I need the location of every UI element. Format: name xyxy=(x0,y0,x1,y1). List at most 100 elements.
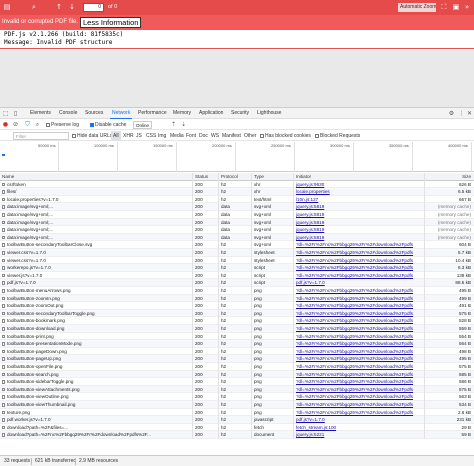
table-row[interactable]: files/200 h2 xhr locale.properties 6.5 kB xyxy=(0,188,474,196)
request-initiator[interactable]: ?dl=%2Fr%2Fnc%2Fbbgq29%2Fr%2Fdownload%2F… xyxy=(294,294,425,303)
table-row[interactable]: toolbarButton-presentationMode.png 200 h2 p… xyxy=(0,340,474,348)
request-initiator[interactable]: pdf.js?v=1.7.0 xyxy=(294,279,425,287)
open-file-icon[interactable]: ▣ xyxy=(452,3,460,11)
table-row[interactable]: toolbarButton-zoomOut.png 200 h2 png ?dl=%2F… xyxy=(0,302,474,310)
previous-page-icon[interactable]: ↑ xyxy=(55,3,63,11)
preserve-log-checkbox[interactable]: Preserve log xyxy=(46,120,79,130)
filter-type-font[interactable]: Font xyxy=(186,131,196,141)
table-row[interactable]: texture.png 200 h2 png ?dl=%2Fr%2Fnc%2Fbbgq2… xyxy=(0,408,474,417)
filter-type-all[interactable]: All xyxy=(111,131,121,141)
table-row[interactable]: data:image/svg+xml;... 200 data svg+xml jque… xyxy=(0,203,474,211)
table-row[interactable]: toolbarButton-secondaryToolbarToggle.png… xyxy=(0,309,474,318)
request-initiator[interactable]: ?dl=%2Fr%2Fnc%2Fbbgq29%2Fr%2Fdownload%2F… xyxy=(294,393,425,401)
filter-input[interactable]: Filter xyxy=(13,132,69,140)
filter-type-other[interactable]: Other xyxy=(244,131,257,141)
table-row[interactable]: viewer.js?v=1.7.0 200 h2 script ?dl=%2Fr%2Fn… xyxy=(0,271,474,280)
request-initiator[interactable]: ?dl=%2Fr%2Fnc%2Fbbgq29%2Fr%2Fdownload%2F… xyxy=(294,370,425,379)
table-row[interactable]: toolbarButton-download.png 200 h2 png ?dl=%2… xyxy=(0,325,474,333)
import-har-icon[interactable]: ⇡ xyxy=(170,121,177,128)
table-row[interactable]: pdf.js?v=1.7.0 200 h2 script pdf.js?v=1.7.0 8… xyxy=(0,279,474,287)
hide-data-urls-checkbox[interactable]: Hide data URLs xyxy=(72,131,112,141)
less-information-button[interactable]: Less Information xyxy=(80,17,142,28)
table-row[interactable]: data:image/svg+xml;... 200 data svg+xml jque… xyxy=(0,218,474,227)
tab-security[interactable]: Security xyxy=(229,108,251,119)
request-initiator[interactable]: ?dl=%2Fr%2Fnc%2Fbbgq29%2Fr%2Fdownload%2F… xyxy=(294,385,425,394)
table-row[interactable]: toolbarButton-pageUp.png 200 h2 png ?dl=%2Fr… xyxy=(0,355,474,363)
column-header-protocol[interactable]: Protocol xyxy=(219,173,252,181)
column-header-status[interactable]: Status xyxy=(193,173,219,181)
request-initiator[interactable]: ?dl=%2Fr%2Fnc%2Fbbgq29%2Fr%2Fdownload%2F… xyxy=(294,347,425,356)
device-toolbar-icon[interactable]: ▯ xyxy=(12,110,19,117)
table-row[interactable]: toolbarButton-viewThumbnail.png 200 h2 png?… xyxy=(0,401,474,409)
request-initiator[interactable]: ?dl=%2Fr%2Fnc%2Fbbgq29%2Fr%2Fdownload%2F… xyxy=(294,249,425,257)
request-initiator[interactable]: ?dl=%2Fr%2Fnc%2Fbbgq29%2Fr%2Fdownload%2F… xyxy=(294,271,425,280)
request-initiator[interactable]: jquery.js:9630 xyxy=(294,180,425,189)
request-initiator[interactable]: locale.properties xyxy=(294,188,425,196)
filter-type-media[interactable]: Media xyxy=(170,131,184,141)
table-row[interactable]: pdf.worker.js?v=1.7.0 200 h2 javascript pdf.… xyxy=(0,416,474,424)
more-options-icon[interactable]: ⋮ xyxy=(458,110,465,117)
filter-type-doc[interactable]: Doc xyxy=(199,131,208,141)
record-icon[interactable]: ● xyxy=(2,121,9,128)
find-icon[interactable]: ⌕ xyxy=(30,3,38,11)
request-initiator[interactable]: jquery.js:5819 xyxy=(294,218,425,227)
request-initiator[interactable]: jquery.js:5819 xyxy=(294,203,425,211)
throttling-select[interactable]: Online xyxy=(133,121,153,129)
filter-type-manifest[interactable]: Manifest xyxy=(222,131,241,141)
filter-type-css[interactable]: CSS xyxy=(146,131,156,141)
request-initiator[interactable]: ?dl=%2Fr%2Fnc%2Fbbgq29%2Fr%2Fdownload%2F… xyxy=(294,332,425,341)
inspect-element-icon[interactable]: ⬚ xyxy=(2,110,9,117)
request-initiator[interactable]: jquery.js:5221 xyxy=(294,431,425,439)
tab-sources[interactable]: Sources xyxy=(83,108,105,119)
table-row[interactable]: download?path=%2F&files=... 200 h2 fetch fet… xyxy=(0,423,474,432)
column-header-size[interactable]: Size xyxy=(425,173,474,181)
tab-network[interactable]: Network xyxy=(110,108,133,119)
request-initiator[interactable]: ?dl=%2Fr%2Fnc%2Fbbgq29%2Fr%2Fdownload%2F… xyxy=(294,325,425,333)
column-header-initiator[interactable]: Initiator xyxy=(294,173,425,181)
request-initiator[interactable]: ?dl=%2Fr%2Fnc%2Fbbgq29%2Fr%2Fdownload%2F… xyxy=(294,309,425,318)
filter-icon[interactable]: ⛉ xyxy=(24,121,31,128)
request-initiator[interactable]: jquery.js:5819 xyxy=(294,211,425,219)
request-initiator[interactable]: ?dl=%2Fr%2Fnc%2Fbbgq29%2Fr%2Fdownload%2F… xyxy=(294,378,425,386)
filter-type-ws[interactable]: WS xyxy=(211,131,219,141)
request-initiator[interactable]: ?dl=%2Fr%2Fnc%2Fbbgq29%2Fr%2Fdownload%2F… xyxy=(294,340,425,348)
page-number-input[interactable]: 0 xyxy=(83,3,104,12)
table-row[interactable]: toolbarButton-pageDown.png 200 h2 png ?dl=%2… xyxy=(0,347,474,356)
request-initiator[interactable]: ?dl=%2Fr%2Fnc%2Fbbgq29%2Fr%2Fdownload%2F… xyxy=(294,401,425,409)
table-row[interactable]: toolbarButton-sidebarToggle.png 200 h2 png?… xyxy=(0,378,474,386)
tab-console[interactable]: Console xyxy=(57,108,79,119)
next-page-icon[interactable]: ↓ xyxy=(68,3,76,11)
request-initiator[interactable]: ?dl=%2Fr%2Fnc%2Fbbgq29%2Fr%2Fdownload%2F… xyxy=(294,264,425,272)
request-initiator[interactable]: ?dl=%2Fr%2Fnc%2Fbbgq29%2Fr%2Fdownload%2F… xyxy=(294,241,425,249)
settings-gear-icon[interactable]: ⚙ xyxy=(448,110,455,117)
table-row[interactable]: workerepo.js?v=1.7.0 200 h2 script ?dl=%2Fr%… xyxy=(0,264,474,272)
tab-application[interactable]: Application xyxy=(197,108,225,119)
presentation-mode-icon[interactable]: ⛶ xyxy=(440,3,448,11)
close-icon[interactable]: ✕ xyxy=(466,110,473,117)
table-row[interactable]: download?path=%2Fnc%2Fbbgq29%2Fr%2Fdownl… xyxy=(0,431,474,439)
export-har-icon[interactable]: ⇣ xyxy=(180,121,187,128)
table-row[interactable]: toolbarButton-bookmark.png 200 h2 png ?dl=%2… xyxy=(0,317,474,325)
search-icon[interactable]: ⌕ xyxy=(34,121,41,128)
table-row[interactable]: toolbarButton-zoomIn.png 200 h2 png ?dl=%2Fr… xyxy=(0,294,474,303)
request-initiator[interactable]: ?dl=%2Fr%2Fnc%2Fbbgq29%2Fr%2Fdownload%2F… xyxy=(294,317,425,325)
zoom-select[interactable]: Automatic Zoom xyxy=(398,3,436,12)
table-row[interactable]: viewer.css?v=1.7.0 200 h2 stylesheet ?dl=%2F… xyxy=(0,256,474,265)
column-header-name[interactable]: Name xyxy=(0,173,193,181)
request-initiator[interactable]: l10n.js:127 xyxy=(294,195,425,204)
sidebar-toggle-icon[interactable]: ▤ xyxy=(3,3,11,11)
table-row[interactable]: data:image/svg+xml;... 200 data svg+xml jque… xyxy=(0,233,474,242)
request-initiator[interactable]: ?dl=%2Fr%2Fnc%2Fbbgq29%2Fr%2Fdownload%2F… xyxy=(294,363,425,371)
table-row[interactable]: csrftoken 200 h2 xhr jquery.js:9630 626 B xyxy=(0,180,474,189)
column-header-type[interactable]: Type xyxy=(252,173,294,181)
request-initiator[interactable]: ?dl=%2Fr%2Fnc%2Fbbgq29%2Fr%2Fdownload%2F… xyxy=(294,287,425,295)
filter-type-img[interactable]: Img xyxy=(158,131,166,141)
table-row[interactable]: data:image/svg+xml;... 200 data svg+xml jque… xyxy=(0,226,474,234)
table-row[interactable]: toolbarButton-search.png 200 h2 png ?dl=%2Fr… xyxy=(0,370,474,379)
table-row[interactable]: locale.properties?v=1.7.0 200 h2 text/html l… xyxy=(0,195,474,204)
request-initiator[interactable]: ?dl=%2Fr%2Fnc%2Fbbgq29%2Fr%2Fdownload%2F… xyxy=(294,302,425,310)
request-initiator[interactable]: jquery.js:5819 xyxy=(294,226,425,234)
clear-icon[interactable]: ⊘ xyxy=(12,121,19,128)
request-initiator[interactable]: ?dl=%2Fr%2Fnc%2Fbbgq29%2Fr%2Fdownload%2F… xyxy=(294,355,425,363)
table-row[interactable]: toolbarButton-secondaryToolbarClose.svg 2… xyxy=(0,241,474,249)
